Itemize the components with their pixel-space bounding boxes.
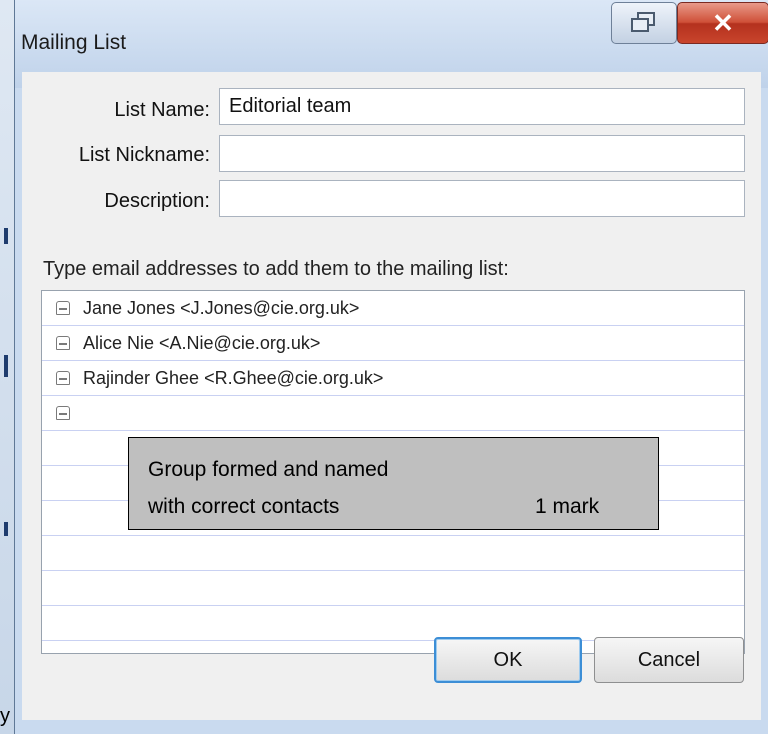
window-title: Mailing List (21, 31, 127, 54)
annotation-line-2: with correct contacts (148, 495, 340, 518)
list-name-label: List Name: (114, 99, 210, 121)
list-nickname-field[interactable] (219, 135, 745, 172)
list-name-field[interactable] (219, 88, 745, 125)
list-nickname-label: List Nickname: (78, 144, 210, 166)
list-item[interactable]: Rajinder Ghee <R.Ghee@cie.org.uk> (42, 361, 744, 396)
edge-mark (4, 355, 8, 377)
edge-mark (4, 228, 8, 244)
list-item[interactable]: Alice Nie <A.Nie@cie.org.uk> (42, 326, 744, 361)
close-button[interactable]: ✕ (677, 2, 768, 44)
new-entry-row[interactable] (42, 396, 744, 431)
edge-mark (4, 522, 8, 536)
description-label: Description: (104, 190, 210, 212)
contact-icon (56, 406, 70, 420)
background-window-edge (0, 0, 14, 734)
annotation-mark: 1 mark (535, 495, 600, 518)
member-entry: Rajinder Ghee <R.Ghee@cie.org.uk> (83, 367, 384, 388)
member-entry: Alice Nie <A.Nie@cie.org.uk> (83, 332, 321, 353)
marking-annotation: Group formed and named with correct cont… (128, 437, 659, 530)
empty-row (42, 606, 744, 641)
mailing-list-dialog: Mailing List ✕ List Name: List Nickname:… (14, 0, 768, 734)
cancel-button[interactable]: Cancel (594, 637, 744, 683)
description-field[interactable] (219, 180, 745, 217)
ok-button[interactable]: OK (434, 637, 582, 683)
member-entry: Jane Jones <J.Jones@cie.org.uk> (83, 297, 360, 318)
contact-icon (56, 336, 70, 350)
stray-character: y (0, 705, 10, 727)
list-item[interactable]: Jane Jones <J.Jones@cie.org.uk> (42, 291, 744, 326)
restore-icon (631, 12, 657, 34)
empty-row (42, 571, 744, 606)
annotation-line-1: Group formed and named (148, 458, 389, 481)
instruction-text: Type email addresses to add them to the … (43, 258, 509, 280)
contact-icon (56, 301, 70, 315)
empty-row (42, 536, 744, 571)
restore-button[interactable] (611, 2, 677, 44)
close-icon: ✕ (712, 7, 734, 38)
dialog-body: List Name: List Nickname: Description: T… (22, 72, 761, 720)
contact-icon (56, 371, 70, 385)
